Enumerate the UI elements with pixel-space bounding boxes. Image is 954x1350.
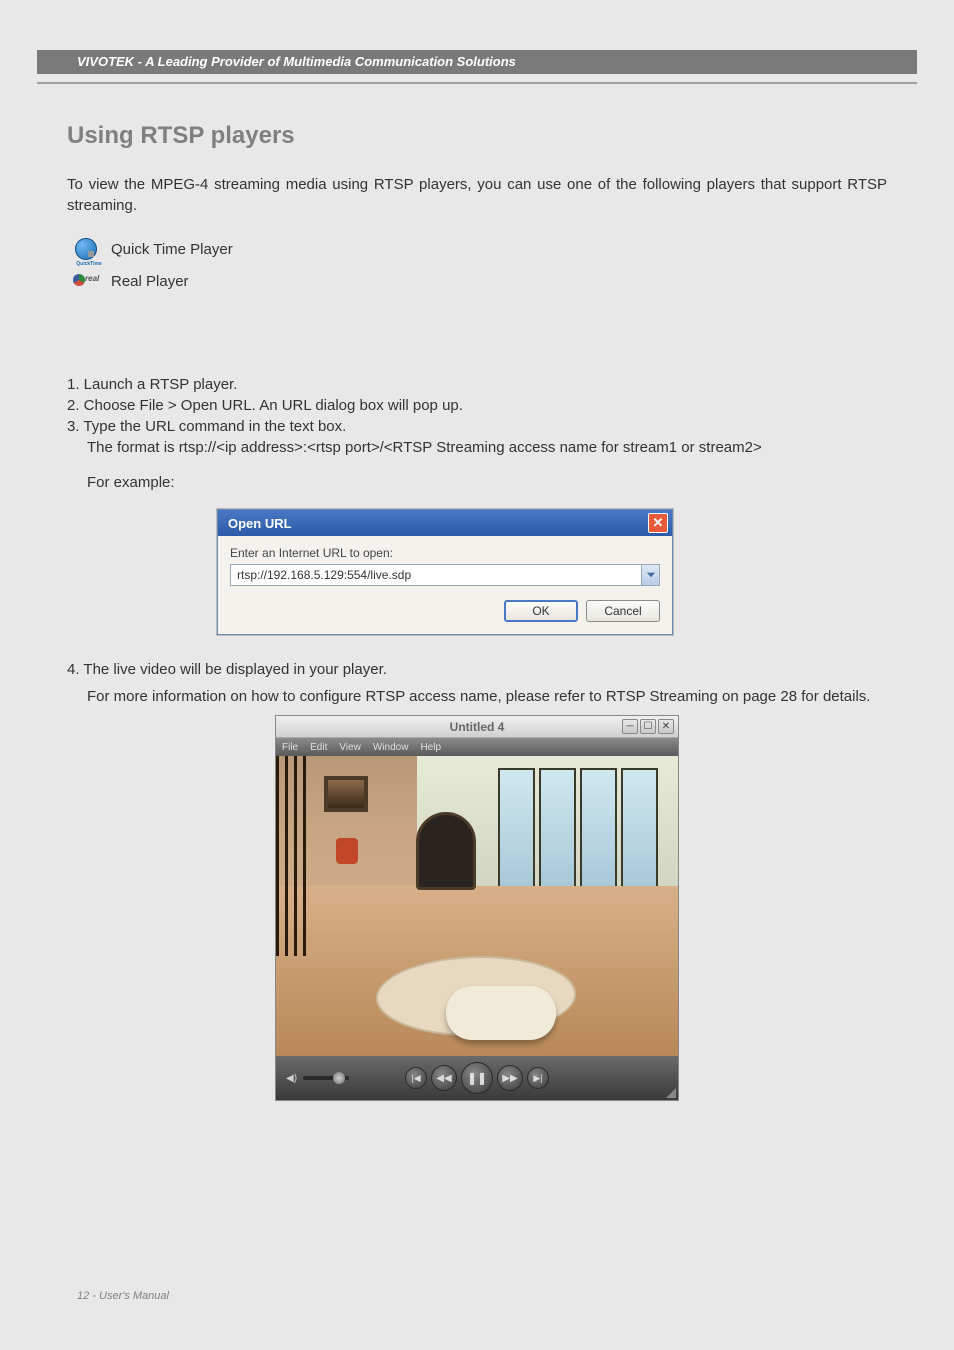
quicktime-label: Quick Time Player (111, 241, 233, 258)
menu-help[interactable]: Help (420, 742, 441, 753)
volume-thumb[interactable] (333, 1072, 345, 1084)
volume-control[interactable]: ◀) (286, 1073, 349, 1084)
player-controls: ◀) |◀ ◀◀ ❚❚ ▶▶ ▶| (276, 1056, 678, 1100)
page-footer: 12 - User's Manual (77, 1290, 169, 1302)
volume-icon: ◀) (286, 1073, 297, 1084)
player-menubar: File Edit View Window Help (276, 738, 678, 756)
resize-grip[interactable] (664, 1086, 676, 1098)
minimize-icon: ─ (626, 721, 633, 732)
skip-start-icon: |◀ (411, 1073, 420, 1084)
player-close-button[interactable]: ✕ (658, 719, 674, 734)
section-title: Using RTSP players (67, 122, 887, 150)
steps-block: 1. Launch a RTSP player. 2. Choose File … (67, 374, 887, 493)
header-divider (37, 82, 917, 84)
close-button[interactable]: ✕ (648, 513, 668, 533)
for-example-label: For example: (87, 472, 887, 493)
realplayer-label: Real Player (111, 273, 189, 290)
step-1: 1. Launch a RTSP player. (67, 374, 887, 395)
rewind-button[interactable]: ◀◀ (431, 1065, 457, 1091)
media-player-window: Untitled 4 ─ ☐ ✕ File Edit View Window H… (275, 715, 679, 1101)
player-titlebar: Untitled 4 ─ ☐ ✕ (276, 716, 678, 738)
menu-window[interactable]: Window (373, 742, 409, 753)
chevron-down-icon (647, 572, 655, 578)
step-3: 3. Type the URL command in the text box. (67, 416, 887, 437)
close-icon: ✕ (653, 515, 664, 531)
rewind-icon: ◀◀ (436, 1073, 451, 1084)
close-icon: ✕ (662, 721, 670, 732)
player-row-quicktime: QuickTime Quick Time Player (73, 236, 887, 262)
skip-start-button[interactable]: |◀ (405, 1067, 427, 1089)
menu-edit[interactable]: Edit (310, 742, 327, 753)
skip-end-button[interactable]: ▶| (527, 1067, 549, 1089)
url-combobox[interactable]: rtsp://192.168.5.129:554/live.sdp (230, 564, 660, 586)
cancel-button[interactable]: Cancel (586, 600, 660, 622)
skip-end-icon: ▶| (533, 1073, 542, 1084)
step-4-detail: For more information on how to configure… (87, 686, 887, 707)
url-field-label: Enter an Internet URL to open: (230, 546, 660, 560)
pause-button[interactable]: ❚❚ (461, 1062, 493, 1094)
step-4: 4. The live video will be displayed in y… (67, 659, 887, 680)
player-title: Untitled 4 (450, 720, 505, 734)
minimize-button[interactable]: ─ (622, 719, 638, 734)
menu-view[interactable]: View (339, 742, 361, 753)
maximize-button[interactable]: ☐ (640, 719, 656, 734)
realplayer-icon: real (73, 268, 99, 294)
dialog-titlebar: Open URL ✕ (218, 510, 672, 536)
forward-button[interactable]: ▶▶ (497, 1065, 523, 1091)
player-list: QuickTime Quick Time Player real Real Pl… (67, 236, 887, 294)
player-row-real: real Real Player (73, 268, 887, 294)
volume-slider[interactable] (303, 1076, 349, 1080)
header-breadcrumb: VIVOTEK - A Leading Provider of Multimed… (77, 54, 516, 69)
pause-icon: ❚❚ (467, 1071, 487, 1085)
forward-icon: ▶▶ (502, 1073, 517, 1084)
step-2: 2. Choose File > Open URL. An URL dialog… (67, 395, 887, 416)
combobox-dropdown-button[interactable] (641, 565, 659, 585)
menu-file[interactable]: File (282, 742, 298, 753)
intro-paragraph: To view the MPEG-4 streaming media using… (67, 174, 887, 216)
url-input[interactable]: rtsp://192.168.5.129:554/live.sdp (231, 565, 641, 585)
quicktime-icon: QuickTime (73, 236, 99, 262)
step-3-detail: The format is rtsp://<ip address>:<rtsp … (87, 437, 887, 458)
open-url-dialog: Open URL ✕ Enter an Internet URL to open… (217, 509, 673, 635)
dialog-title: Open URL (228, 516, 292, 531)
maximize-icon: ☐ (644, 721, 653, 732)
video-frame (276, 756, 678, 1056)
ok-button[interactable]: OK (504, 600, 578, 622)
